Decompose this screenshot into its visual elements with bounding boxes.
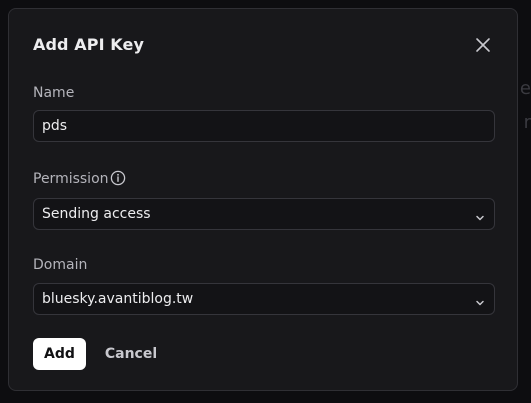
dialog-title: Add API Key [33, 35, 144, 54]
domain-select[interactable]: bluesky.avantiblog.tw [33, 283, 495, 315]
permission-select[interactable]: Sending access [33, 198, 495, 230]
domain-label: Domain [33, 257, 88, 273]
domain-select-value: bluesky.avantiblog.tw [42, 291, 194, 307]
chevron-down-icon [474, 209, 486, 221]
name-label: Name [33, 85, 75, 101]
permission-label: Permission [33, 171, 109, 187]
name-input-value: pds [42, 118, 68, 134]
info-icon[interactable] [110, 170, 126, 186]
permission-select-value: Sending access [42, 206, 151, 222]
add-button[interactable]: Add [33, 338, 86, 370]
chevron-down-icon [474, 294, 486, 306]
add-api-key-dialog: Add API Key Name pds Permission Sending … [8, 8, 518, 391]
close-icon[interactable] [473, 35, 493, 55]
cancel-button[interactable]: Cancel [99, 338, 163, 370]
background-fragment: e [519, 78, 531, 99]
name-input[interactable]: pds [33, 110, 495, 142]
background-fragment: r [523, 112, 531, 133]
